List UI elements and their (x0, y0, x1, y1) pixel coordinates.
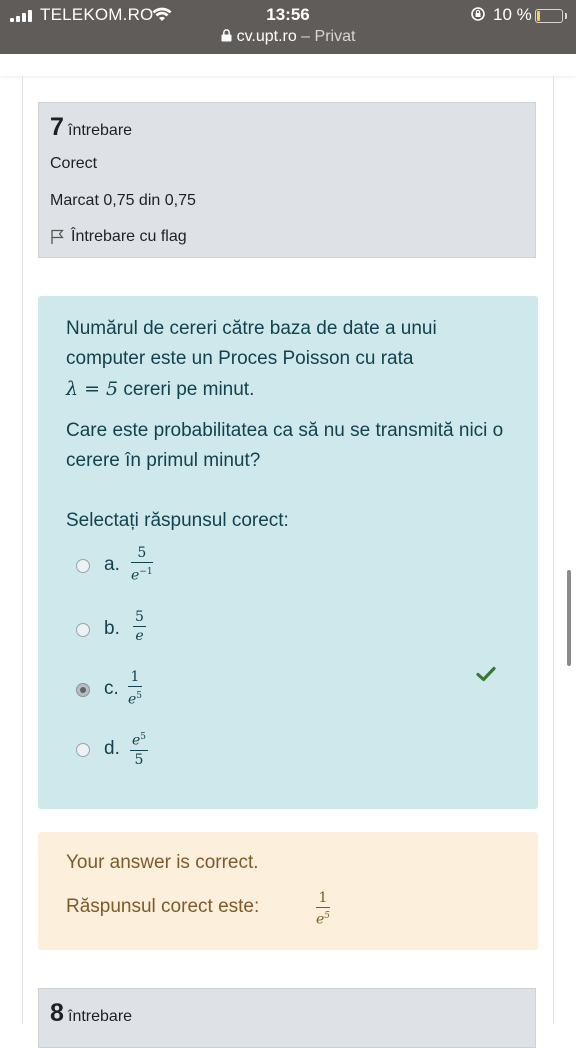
option-letter: d. (104, 738, 120, 759)
option-fraction: e5 5 (130, 728, 149, 769)
page-header-area (0, 54, 576, 76)
feedback-correct: Your answer is correct. (66, 852, 259, 873)
fraction-numerator: e5 (130, 728, 149, 751)
numerator-exponent: 5 (140, 732, 147, 742)
denominator-exponent: 5 (136, 691, 143, 701)
question-number: 7 (50, 113, 64, 141)
clock: 13:56 (266, 5, 310, 24)
option-letter: a. (104, 554, 120, 575)
page-border-right (553, 76, 554, 1024)
radio-button[interactable] (76, 559, 90, 573)
option-fraction: 1 e5 (128, 668, 143, 709)
option-letter: c. (104, 678, 119, 699)
fraction-denominator: 5 (134, 751, 144, 768)
option-letter: b. (104, 618, 120, 639)
question-text-paragraph-2: Care este probabilitatea ca să nu se tra… (66, 420, 504, 471)
answer-feedback: Your answer is correct. Răspunsul corect… (38, 832, 538, 950)
fraction-denominator: e (135, 628, 144, 644)
feedback-right-answer: Răspunsul corect este: 1 e5 (66, 890, 331, 928)
status-bar: TELEKOM.RO 13:56 10 % cv.upt.ro – Privat (0, 0, 576, 54)
question-label: întrebare (68, 122, 133, 139)
radio-button[interactable] (76, 743, 90, 757)
right-answer-label: Răspunsul corect este: (66, 896, 260, 917)
page-border-left (22, 76, 23, 1024)
question-state: Corect (50, 155, 98, 172)
battery-icon (535, 9, 567, 23)
fraction-numerator: 1 (316, 890, 331, 908)
lock-icon (221, 29, 232, 42)
answer-option-a[interactable]: a. 5 e−1 (76, 545, 516, 592)
fraction-denominator: e5 (316, 908, 330, 929)
option-fraction: 5 e−1 (131, 544, 153, 585)
question-info: 7 întrebare Corect Marcat 0,75 din 0,75 … (38, 102, 536, 258)
fraction-numerator: 5 (133, 609, 146, 627)
answer-option-b[interactable]: b. 5 e (76, 609, 516, 656)
rotation-lock-icon (471, 7, 485, 21)
question-info-next: 8 întrebare (38, 988, 536, 1048)
url-host: cv.upt.ro (236, 28, 297, 45)
question-formulation: Numărul de cereri către baza de date a u… (38, 296, 538, 809)
lambda-expression: λ = 5 (66, 378, 119, 400)
question-label: întrebare (68, 1008, 133, 1025)
scrollbar[interactable] (567, 570, 571, 666)
fraction-numerator: 5 (131, 544, 153, 563)
check-icon (476, 666, 496, 682)
question-text-line-1: Numărul de cereri către baza de date a u… (66, 318, 437, 369)
fraction-denominator: e5 (128, 687, 142, 709)
right-answer-fraction: 1 e5 (316, 890, 331, 929)
denominator-exponent: 5 (324, 911, 331, 921)
battery-percent: 10 % (493, 5, 532, 24)
question-text-paragraph-1: Numărul de cereri către baza de date a u… (66, 314, 516, 405)
address-bar[interactable]: cv.upt.ro – Privat (0, 28, 576, 46)
url-private-label: – Privat (296, 28, 356, 45)
answer-prompt: Selectați răspunsul corect: (66, 510, 289, 531)
denominator-exponent: −1 (139, 567, 153, 577)
flag-label: Întrebare cu flag (71, 228, 187, 245)
radio-button-selected[interactable] (76, 683, 90, 697)
fraction-denominator: e−1 (131, 563, 153, 585)
question-text-line-1-suffix: cereri pe minut. (118, 379, 255, 400)
question-grade: Marcat 0,75 din 0,75 (50, 192, 196, 209)
answer-option-c[interactable]: c. 1 e5 (76, 669, 516, 716)
fraction-numerator: 1 (128, 668, 143, 687)
flag-icon (51, 229, 64, 244)
radio-button[interactable] (76, 623, 90, 637)
option-fraction: 5 e (133, 608, 146, 645)
answer-option-d[interactable]: d. e5 5 (76, 732, 516, 776)
